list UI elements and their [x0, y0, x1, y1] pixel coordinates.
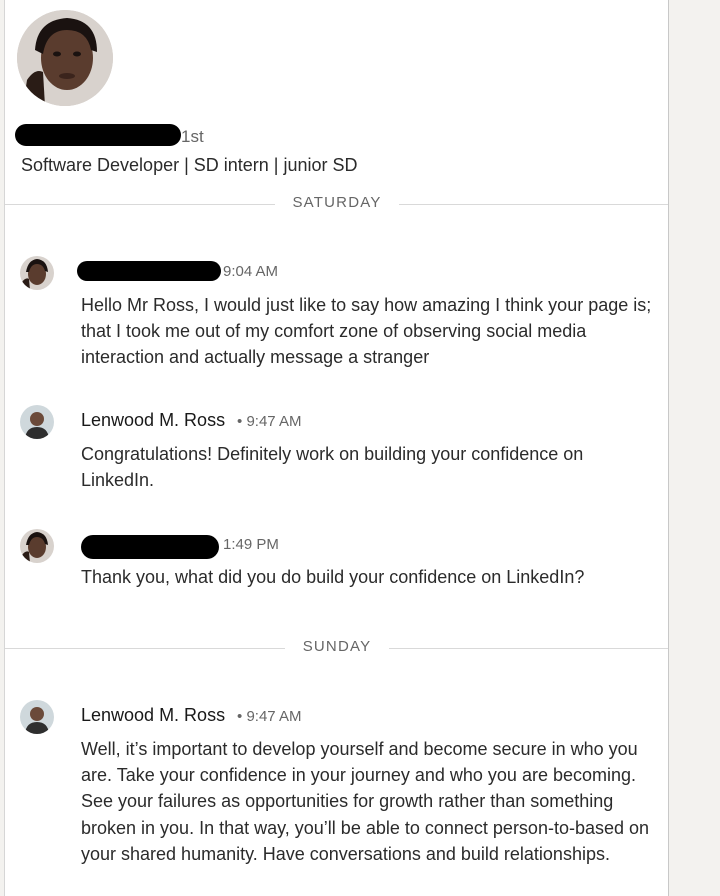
ross-avatar-icon	[20, 700, 54, 734]
day-divider-sunday: SUNDAY	[5, 638, 668, 658]
sender-name[interactable]: Lenwood M. Ross	[81, 705, 225, 726]
day-divider-saturday: SATURDAY	[5, 194, 668, 214]
profile-headline: Software Developer | SD intern | junior …	[21, 155, 358, 175]
message-time: 9:47 AM	[246, 413, 302, 430]
meta-separator: •	[237, 413, 243, 430]
redacted-name-message-3	[81, 535, 219, 559]
message-meta: • 9:47 AM	[237, 708, 301, 725]
right-rail	[670, 0, 720, 896]
ross-avatar[interactable]	[20, 700, 54, 734]
message-body: Well, it’s important to develop yourself…	[81, 739, 650, 864]
day-label: SUNDAY	[302, 638, 372, 655]
conversation-panel: 1st Software Developer | SD intern | jun…	[4, 0, 669, 896]
message-body: Hello Mr Ross, I would just like to say …	[81, 295, 652, 368]
message-time: 1:49 PM	[223, 536, 279, 553]
redacted-name-profile	[15, 124, 181, 146]
sender-name[interactable]: Lenwood M. Ross	[81, 410, 225, 431]
message-body: Thank you, what did you do build your co…	[81, 567, 585, 587]
day-label: SATURDAY	[292, 194, 382, 211]
redacted-name-message-1	[77, 261, 221, 281]
divider-line	[399, 204, 668, 205]
ross-avatar[interactable]	[20, 405, 54, 439]
profile-photo-icon	[17, 10, 113, 106]
meta-separator: •	[237, 708, 243, 725]
user-avatar-icon	[20, 256, 54, 290]
profile-photo[interactable]	[17, 10, 113, 106]
user-avatar[interactable]	[20, 529, 54, 563]
divider-line	[5, 204, 275, 205]
message-body: Congratulations! Definitely work on buil…	[81, 444, 584, 491]
divider-line	[389, 648, 668, 649]
connection-degree: 1st	[181, 127, 204, 146]
user-avatar-icon	[20, 529, 54, 563]
ross-avatar-icon	[20, 405, 54, 439]
message-meta: • 9:47 AM	[237, 413, 301, 430]
user-avatar[interactable]	[20, 256, 54, 290]
divider-line	[5, 648, 285, 649]
message-time: 9:04 AM	[223, 263, 279, 280]
message-time: 9:47 AM	[246, 708, 302, 725]
